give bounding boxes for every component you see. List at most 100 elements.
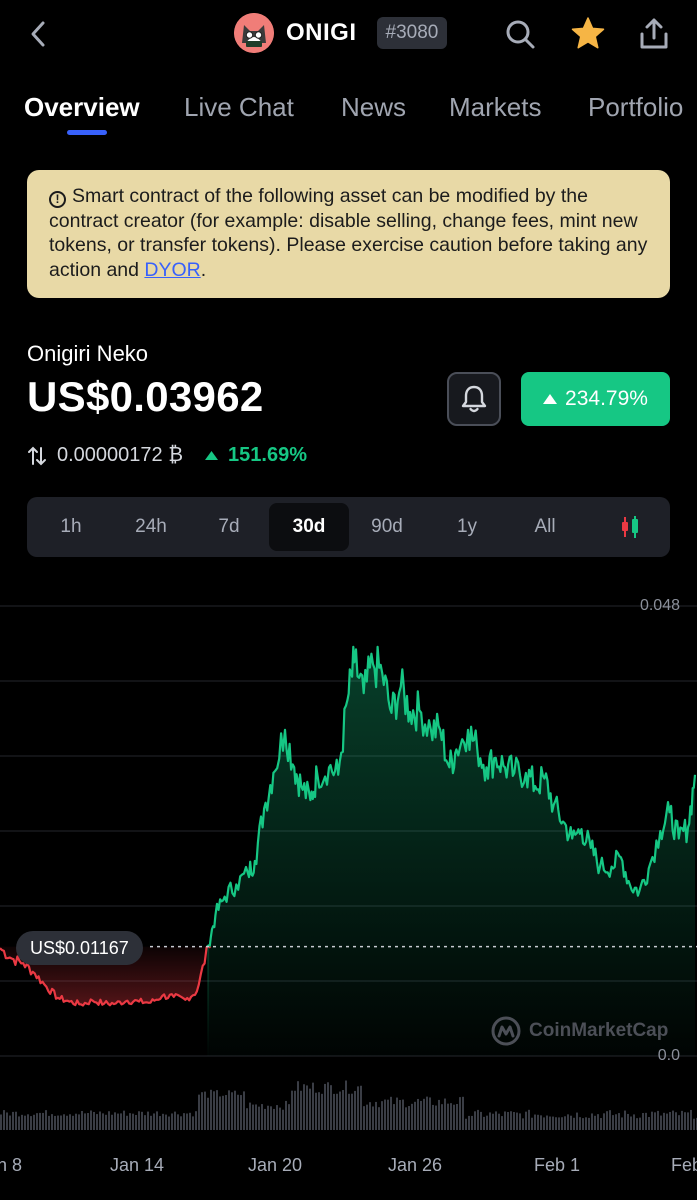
volume-bar: [576, 1112, 578, 1130]
volume-bar: [336, 1093, 338, 1130]
volume-bar: [501, 1116, 503, 1130]
volume-bar: [516, 1112, 518, 1130]
tab-overview[interactable]: Overview: [24, 92, 140, 123]
volume-bar: [609, 1110, 611, 1130]
range-7d[interactable]: 7d: [199, 503, 259, 551]
price-chart[interactable]: [0, 590, 697, 1150]
volume-bar: [657, 1110, 659, 1130]
volume-bar: [330, 1085, 332, 1130]
range-24h[interactable]: 24h: [119, 503, 183, 551]
volume-bar: [360, 1085, 362, 1130]
range-30d[interactable]: 30d: [269, 503, 349, 551]
volume-bar: [561, 1117, 563, 1130]
volume-bar: [24, 1115, 26, 1130]
volume-bar: [678, 1115, 680, 1130]
back-button[interactable]: [18, 14, 58, 54]
volume-bar: [63, 1114, 65, 1130]
volume-bar: [306, 1085, 308, 1130]
volume-bar: [663, 1112, 665, 1130]
volume-bar: [135, 1114, 137, 1130]
candlestick-toggle[interactable]: [605, 503, 655, 551]
volume-bar: [264, 1108, 266, 1130]
tab-portfolio[interactable]: Portfolio: [588, 92, 683, 123]
volume-bar: [111, 1114, 113, 1130]
swap-arrows-icon: [28, 446, 46, 465]
volume-bar: [318, 1092, 320, 1130]
volume-bar: [21, 1114, 23, 1130]
volume-bar: [294, 1090, 296, 1130]
volume-bar: [690, 1109, 692, 1130]
volume-bar: [12, 1111, 14, 1130]
share-button[interactable]: [632, 12, 676, 56]
dyor-link[interactable]: DYOR: [144, 259, 200, 281]
volume-bar: [240, 1095, 242, 1130]
section-tabs: Overview Live Chat News Markets Portfoli…: [0, 88, 697, 138]
bell-icon: [461, 385, 487, 413]
contract-warning-banner: ! Smart contract of the following asset c…: [27, 170, 670, 298]
volume-bar: [108, 1111, 110, 1130]
volume-bar: [594, 1115, 596, 1130]
range-all[interactable]: All: [515, 503, 575, 551]
volume-bar: [273, 1108, 275, 1130]
volume-bar: [6, 1112, 8, 1130]
tab-markets[interactable]: Markets: [449, 92, 541, 123]
watermark-text: CoinMarketCap: [529, 1020, 669, 1041]
volume-bar: [126, 1115, 128, 1130]
volume-bar: [357, 1086, 359, 1130]
volume-bar: [687, 1112, 689, 1130]
volume-bar: [285, 1100, 287, 1130]
volume-bar: [606, 1111, 608, 1130]
price-alert-button[interactable]: [447, 372, 501, 426]
tab-news[interactable]: News: [341, 92, 406, 123]
star-icon: [571, 17, 605, 49]
volume-bar: [297, 1081, 299, 1130]
volume-bar: [351, 1093, 353, 1130]
volume-bar: [27, 1114, 29, 1130]
volume-bar: [381, 1101, 383, 1130]
volume-bar: [207, 1097, 209, 1130]
volume-bar: [87, 1113, 89, 1130]
volume-bar: [363, 1106, 365, 1130]
volume-bar: [327, 1082, 329, 1130]
range-1h[interactable]: 1h: [41, 503, 101, 551]
volume-bar: [237, 1094, 239, 1130]
tab-live-chat[interactable]: Live Chat: [184, 92, 294, 123]
volume-bar: [408, 1106, 410, 1130]
x-axis-label: Feb 1: [534, 1155, 581, 1175]
x-axis-label: Jan 26: [388, 1155, 443, 1175]
volume-bar: [270, 1106, 272, 1130]
search-button[interactable]: [498, 12, 542, 56]
volume-bar: [459, 1097, 461, 1130]
volume-bar: [639, 1117, 641, 1130]
volume-bar: [3, 1110, 5, 1130]
x-axis-label: n 8: [0, 1155, 23, 1175]
watchlist-star-button[interactable]: [566, 12, 610, 56]
volume-bar: [558, 1117, 560, 1130]
volume-bar: [456, 1103, 458, 1130]
volume-bar: [45, 1110, 47, 1130]
volume-bar: [123, 1110, 125, 1130]
volume-bar: [177, 1114, 179, 1130]
volume-bar: [252, 1104, 254, 1130]
btc-price-row: 0.00000172 ₿ 151.69%: [27, 444, 307, 467]
volume-bar: [339, 1091, 341, 1130]
range-1y[interactable]: 1y: [437, 503, 497, 551]
volume-bar: [414, 1101, 416, 1130]
volume-bar: [66, 1115, 68, 1130]
volume-bar: [195, 1111, 197, 1130]
volume-bar: [567, 1114, 569, 1130]
volume-bar: [255, 1104, 257, 1130]
range-90d[interactable]: 90d: [355, 503, 419, 551]
exclamation-icon: !: [49, 190, 66, 208]
volume-bar: [39, 1112, 41, 1130]
volume-bar: [156, 1111, 158, 1130]
share-icon: [640, 18, 668, 49]
volume-bar: [540, 1115, 542, 1130]
volume-bar: [588, 1117, 590, 1130]
coin-price: US$0.03962: [27, 373, 264, 420]
volume-bar: [585, 1117, 587, 1130]
volume-bar: [573, 1117, 575, 1130]
volume-bar: [147, 1111, 149, 1130]
volume-bar: [369, 1102, 371, 1130]
volume-bar: [579, 1117, 581, 1130]
